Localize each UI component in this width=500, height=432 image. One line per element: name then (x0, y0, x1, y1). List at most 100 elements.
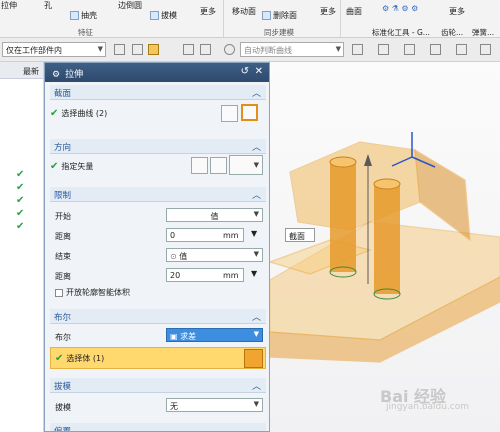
value-type-icon: ⊙ (170, 252, 180, 261)
ribbon-more-button[interactable]: 更多 (200, 6, 216, 17)
offset-header[interactable]: 偏置 ︿ (50, 423, 266, 432)
chevron-up-icon: ︿ (251, 89, 261, 99)
ribbon-draft-button[interactable]: 拔模 (150, 10, 177, 21)
select-filter-icon[interactable] (114, 44, 125, 55)
snap-icon[interactable] (132, 44, 143, 55)
end-distance-unit: mm (223, 271, 239, 280)
direction-header[interactable]: 方向 ︿ (50, 139, 266, 154)
body-select-icon[interactable] (200, 44, 211, 55)
ribbon-tool-icons[interactable]: ⚙ ⚗ ⚙ ⚙ (382, 4, 418, 13)
end-distance-label: 距离 (55, 272, 71, 281)
chevron-up-icon: ︿ (251, 191, 261, 201)
check-icon: ✔ (16, 208, 25, 219)
start-distance-label: 距离 (55, 232, 71, 241)
chevron-down-icon: ▼ (253, 210, 259, 218)
selection-mode-icon[interactable] (148, 44, 159, 55)
watermark-url: jingyan.baidu.com (386, 402, 470, 412)
open-profile-row[interactable]: 开放轮廓智能体积 (55, 287, 269, 298)
start-distance-unit: mm (223, 231, 239, 240)
latest-column-header: 最新 (23, 67, 39, 76)
start-label: 开始 (55, 212, 71, 221)
boolean-label: 布尔 (55, 333, 71, 342)
chevron-down-icon: ▼ (97, 45, 103, 53)
selection-bar: 仅在工作部件内 ▼ 自动判断曲线 ▼ (0, 38, 500, 62)
chevron-down-icon[interactable]: ▼ (251, 269, 257, 278)
intersect-icon[interactable] (456, 44, 467, 55)
draft-header[interactable]: 拔模 ︿ (50, 378, 266, 393)
boolean-dropdown[interactable]: ▣ 求差 ▼ (166, 328, 263, 342)
check-icon: ✔ (16, 169, 25, 180)
chevron-down-icon[interactable]: ▼ (251, 229, 257, 238)
vector-dialog-icon[interactable] (210, 157, 227, 174)
chevron-down-icon: ▼ (253, 250, 259, 258)
check-icon: ✔ (50, 108, 59, 119)
chevron-down-icon: ▼ (253, 161, 259, 169)
ribbon-standard-tools[interactable]: 标准化工具 - G... (372, 27, 430, 38)
endpoint-icon[interactable] (378, 44, 389, 55)
end-type-dropdown[interactable]: ⊙ 值 ▼ (166, 248, 263, 262)
gear-icon: ⚙ (52, 70, 61, 80)
ribbon: 拉伸 孔 抽壳 边倒圆 拔模 更多 移动面 删除面 更多 曲面 ⚙ ⚗ ⚙ ⚙ … (0, 0, 500, 38)
curve-rule-dropdown[interactable]: 自动判断曲线 ▼ (240, 42, 344, 57)
face-select-icon[interactable] (183, 44, 194, 55)
ribbon-delete-face-button[interactable]: 删除面 (262, 10, 297, 21)
draft-icon (150, 11, 159, 20)
end-label: 结束 (55, 252, 71, 261)
graphics-viewport[interactable] (270, 62, 500, 432)
ribbon-hole-button[interactable]: 孔 (44, 0, 52, 11)
chevron-down-icon: ▼ (335, 45, 341, 53)
sketch-section-icon[interactable] (221, 105, 238, 122)
ribbon-shell-button[interactable]: 抽壳 (70, 10, 97, 21)
chevron-up-icon: ︿ (251, 427, 261, 432)
close-icon[interactable]: ✕ (255, 66, 263, 77)
reset-icon[interactable]: ↺ (241, 66, 249, 77)
chevron-down-icon: ▼ (253, 330, 259, 338)
model-3d-view (270, 132, 500, 363)
shell-icon (70, 11, 79, 20)
chevron-up-icon: ︿ (251, 382, 261, 392)
snap-point-icon[interactable] (352, 44, 363, 55)
body-select-icon[interactable] (244, 349, 263, 368)
ribbon-more-button-3[interactable]: 更多 (449, 6, 465, 17)
check-icon: ✔ (50, 161, 59, 172)
check-icon: ✔ (55, 353, 64, 364)
dialog-title: 拉伸 (65, 70, 84, 80)
scope-dropdown[interactable]: 仅在工作部件内 ▼ (2, 42, 106, 57)
ribbon-move-face-button[interactable]: 移动面 (232, 6, 256, 17)
ribbon-surface-button[interactable]: 曲面 (346, 6, 362, 17)
subtract-icon: ▣ (170, 332, 181, 341)
check-icon: ✔ (16, 221, 25, 232)
check-icon: ✔ (16, 182, 25, 193)
group-label-sync-modeling: 同步建模 (264, 28, 294, 37)
reverse-direction-icon[interactable] (191, 157, 208, 174)
check-icon: ✔ (16, 195, 25, 206)
delete-face-icon (262, 11, 271, 20)
draft-dropdown[interactable]: 无 ▼ (166, 398, 263, 412)
ribbon-spring-tools[interactable]: 弹簧... (472, 27, 494, 38)
chevron-down-icon: ▼ (253, 400, 259, 408)
section-label-tag[interactable]: 截面 (285, 228, 315, 242)
view-icon[interactable] (224, 44, 235, 55)
select-body-row[interactable]: ✔ 选择体 (1) (50, 347, 266, 369)
chevron-up-icon: ︿ (251, 313, 261, 323)
ribbon-extrude-button[interactable]: 拉伸 (1, 0, 17, 11)
start-type-dropdown[interactable]: 值 ▼ (166, 208, 263, 222)
center-icon[interactable] (430, 44, 441, 55)
part-navigator: 最新 ✔ ✔ ✔ ✔ ✔ (0, 62, 44, 432)
extrude-dialog: ⚙ 拉伸 ↺ ✕ 截面 ︿ ✔ 选择曲线 (2) 方向 ︿ ✔ 指定矢量 ▼ 限制 ︿ 开始… (44, 62, 270, 432)
midpoint-icon[interactable] (404, 44, 415, 55)
group-label-feature: 特征 (78, 28, 93, 37)
grid-icon[interactable] (480, 44, 491, 55)
back-wall-side (414, 148, 471, 242)
vector-type-dropdown[interactable]: ▼ (229, 155, 263, 175)
ribbon-more-button-2[interactable]: 更多 (320, 6, 336, 17)
ribbon-gear-tools[interactable]: 齿轮... (441, 27, 463, 38)
chevron-up-icon: ︿ (251, 143, 261, 153)
curve-select-icon[interactable] (241, 104, 258, 121)
open-profile-checkbox[interactable] (55, 288, 63, 297)
dialog-title-bar: ⚙ 拉伸 ↺ ✕ (45, 63, 269, 82)
limits-header[interactable]: 限制 ︿ (50, 187, 266, 202)
ribbon-edge-blend-button[interactable]: 边倒圆 (118, 0, 142, 11)
boolean-header[interactable]: 布尔 ︿ (50, 309, 266, 324)
section-header[interactable]: 截面 ︿ (50, 85, 266, 100)
